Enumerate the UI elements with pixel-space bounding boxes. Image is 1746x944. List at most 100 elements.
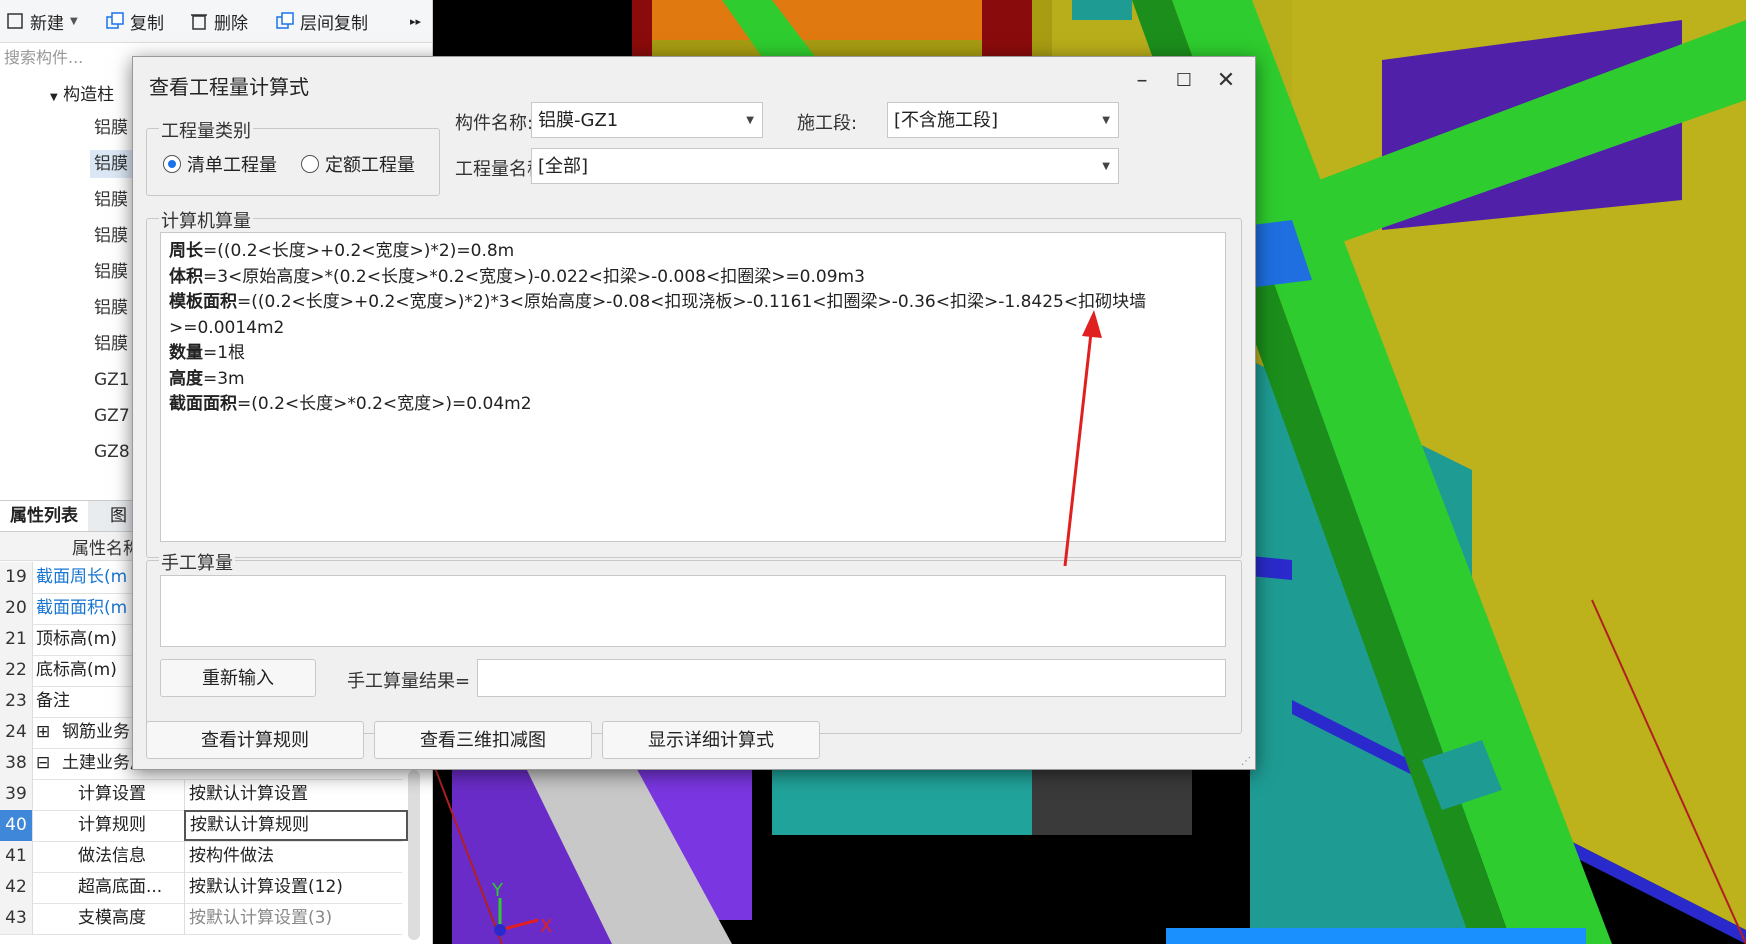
component-name-label: 构件名称: xyxy=(455,113,534,134)
property-name: 支模高度 xyxy=(78,908,146,928)
reinput-button[interactable]: 重新输入 xyxy=(160,659,316,697)
maximize-button[interactable]: ☐ xyxy=(1169,67,1199,95)
view-rules-button[interactable]: 查看计算规则 xyxy=(146,721,364,759)
formula-name: 数量 xyxy=(169,343,203,363)
manual-result-label: 手工算量结果= xyxy=(347,671,471,692)
new-icon xyxy=(7,13,23,29)
stage-label: 施工段: xyxy=(797,113,858,134)
formula-line: 高度=3m xyxy=(169,367,1217,393)
new-button[interactable]: 新建 ▼ xyxy=(6,8,78,34)
collapse-icon[interactable]: ⊟ xyxy=(36,748,50,779)
property-value[interactable]: 按默认计算设置(12) xyxy=(184,872,405,903)
formula-line: 模板面积=((0.2<长度>+0.2<宽度>)*2)*3<原始高度>-0.08<… xyxy=(169,290,1217,341)
property-name: 计算规则 xyxy=(78,815,146,835)
property-value[interactable]: 按默认计算设置(3) xyxy=(184,903,405,934)
row-number: 22 xyxy=(0,655,33,686)
close-button[interactable]: ✕ xyxy=(1211,67,1241,95)
table-row[interactable]: 41 做法信息 按构件做法 xyxy=(0,841,402,873)
tab-property-list[interactable]: 属性列表 xyxy=(0,501,88,531)
tree-item[interactable]: 铝膜 xyxy=(94,258,128,286)
show-detail-formula-button[interactable]: 显示详细计算式 xyxy=(602,721,820,759)
floor-copy-button[interactable]: 层间复制 xyxy=(276,8,368,34)
table-row[interactable]: 43 支模高度 按默认计算设置(3) xyxy=(0,903,402,935)
radio-bill-qty[interactable]: 清单工程量 xyxy=(163,151,277,177)
tree-item[interactable]: 铝膜 xyxy=(94,330,128,358)
table-row[interactable]: 40 计算规则 按默认计算规则 xyxy=(0,810,408,842)
property-name: 底标高(m) xyxy=(36,660,117,680)
tree-item[interactable]: 铝膜 xyxy=(94,294,128,322)
stage-select[interactable]: [不含施工段] ▼ xyxy=(887,102,1119,138)
formula-expression: =(0.2<长度>*0.2<宽度>)=0.04m2 xyxy=(237,394,532,414)
formula-expression: =1根 xyxy=(203,343,246,363)
row-number: 23 xyxy=(0,686,33,717)
formula-name: 模板面积 xyxy=(169,292,237,312)
row-number: 19 xyxy=(0,562,33,593)
row-number: 21 xyxy=(0,624,33,655)
property-value[interactable]: 按默认计算设置 xyxy=(184,779,405,810)
formula-text-area[interactable]: 周长=((0.2<长度>+0.2<宽度>)*2)=0.8m 体积=3<原始高度>*… xyxy=(160,232,1226,542)
tree-item-selected[interactable]: 铝膜 xyxy=(90,150,132,178)
table-row[interactable]: 42 超高底面... 按默认计算设置(12) xyxy=(0,872,402,904)
radio-checked-icon xyxy=(163,155,181,173)
property-name: 截面周长(m xyxy=(36,567,128,587)
axis-indicator: Y X xyxy=(484,880,554,944)
row-number: 43 xyxy=(0,903,33,934)
floor-copy-icon xyxy=(276,12,294,29)
computer-qty-group: 计算机算量 周长=((0.2<长度>+0.2<宽度>)*2)=0.8m 体积=3<… xyxy=(146,207,1242,558)
expand-icon[interactable]: ⊞ xyxy=(36,717,50,748)
component-name-select[interactable]: 铝膜-GZ1 ▼ xyxy=(531,102,763,138)
toolbar-more-button[interactable]: ▸▸ xyxy=(410,8,421,34)
property-name: 计算设置 xyxy=(78,784,146,804)
row-number: 20 xyxy=(0,593,33,624)
tree-item[interactable]: 铝膜 xyxy=(94,222,128,250)
axis-y-label: Y xyxy=(492,880,503,901)
tree-item[interactable]: GZ8 xyxy=(94,438,130,466)
manual-result-input[interactable] xyxy=(477,659,1226,697)
formula-expression: =3m xyxy=(203,368,245,389)
formula-line: 周长=((0.2<长度>+0.2<宽度>)*2)=0.8m xyxy=(169,239,1217,265)
formula-expression: =((0.2<长度>+0.2<宽度>)*2)=0.8m xyxy=(203,241,515,261)
delete-button[interactable]: 删除 xyxy=(190,8,248,34)
resize-grip-icon[interactable]: ⋰ xyxy=(1241,756,1251,767)
tree-item[interactable]: 铝膜 xyxy=(94,186,128,214)
formula-name: 体积 xyxy=(169,266,203,287)
manual-qty-group: 手工算量 重新输入 手工算量结果= xyxy=(146,549,1242,734)
row-number: 41 xyxy=(0,841,33,872)
computer-qty-group-label: 计算机算量 xyxy=(159,207,253,233)
grid-header-name: 属性名称 xyxy=(72,539,140,559)
trash-icon xyxy=(191,14,207,30)
property-value[interactable]: 按默认计算规则 xyxy=(184,810,408,841)
formula-line: 数量=1根 xyxy=(169,341,1217,367)
row-number: 42 xyxy=(0,872,33,903)
manual-formula-input[interactable] xyxy=(160,575,1226,647)
property-name: 截面面积(m xyxy=(36,598,128,618)
formula-name: 截面面积 xyxy=(169,394,237,414)
minimize-button[interactable]: – xyxy=(1127,67,1157,95)
chevron-down-icon: ▼ xyxy=(1102,161,1110,172)
scrollbar[interactable] xyxy=(408,770,420,940)
property-name: 做法信息 xyxy=(78,846,146,866)
radio-quota-qty[interactable]: 定额工程量 xyxy=(301,151,415,177)
manual-qty-group-label: 手工算量 xyxy=(159,549,235,575)
status-bar-blue xyxy=(1166,928,1586,944)
property-name: 备注 xyxy=(36,691,70,711)
dialog-title: 查看工程量计算式 xyxy=(149,75,309,99)
formula-name: 高度 xyxy=(169,368,203,389)
copy-button[interactable]: 复制 xyxy=(106,8,164,34)
formula-name: 周长 xyxy=(169,241,203,261)
table-row[interactable]: 39 计算设置 按默认计算设置 xyxy=(0,779,402,811)
tree-item[interactable]: GZ7 xyxy=(94,402,130,430)
property-value[interactable]: 按构件做法 xyxy=(184,841,405,872)
formula-line: 体积=3<原始高度>*(0.2<长度>*0.2<宽度>)-0.022<扣梁>-0… xyxy=(169,265,1217,291)
quantity-formula-dialog: 查看工程量计算式 – ☐ ✕ 工程量类别 清单工程量 定额工程量 构件名称: 铝… xyxy=(132,56,1256,770)
qty-type-group-label: 工程量类别 xyxy=(159,117,253,143)
chevron-down-icon: ▼ xyxy=(746,115,754,126)
tree-group-structure-column[interactable]: ▼ 构造柱 xyxy=(50,80,114,105)
row-number: 24 xyxy=(0,717,33,748)
tree-item[interactable]: GZ1 xyxy=(94,366,130,394)
tree-item[interactable]: 铝膜 xyxy=(94,114,128,142)
property-name: 顶标高(m) xyxy=(36,629,117,649)
view-3d-deduction-button[interactable]: 查看三维扣减图 xyxy=(374,721,592,759)
qty-name-select[interactable]: [全部] ▼ xyxy=(531,148,1119,184)
chevron-down-icon: ▼ xyxy=(1102,115,1110,126)
